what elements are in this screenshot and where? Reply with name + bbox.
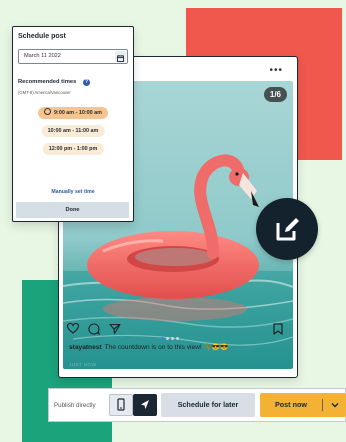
- post-caption: stayatnest The countdown is on to this vi…: [69, 343, 228, 351]
- clock-icon: [44, 108, 52, 115]
- post-now-label: Post now: [275, 400, 307, 409]
- heart-icon[interactable]: [67, 323, 79, 334]
- time-slot-label: 10:00 am - 11:00 am: [47, 128, 99, 134]
- edit-button[interactable]: [256, 198, 318, 260]
- info-icon[interactable]: ?: [83, 79, 90, 86]
- phone-publish-button[interactable]: [109, 394, 133, 416]
- phone-icon: [117, 398, 125, 411]
- calendar-icon: [117, 55, 124, 62]
- time-slot-label: 9:00 am - 10:00 am: [54, 110, 102, 116]
- panel-title: Schedule post: [18, 33, 66, 40]
- time-slot-label: 12:00 pm - 1:00 pm: [48, 146, 98, 152]
- time-slot-option[interactable]: 9:00 am - 10:00 am: [38, 107, 108, 119]
- date-field[interactable]: March 11 2022: [18, 49, 128, 64]
- chevron-down-icon[interactable]: [330, 400, 340, 410]
- carousel-dot[interactable]: [176, 337, 179, 340]
- bookmark-icon[interactable]: [273, 323, 283, 335]
- done-button[interactable]: Done: [16, 202, 129, 218]
- recommended-times-heading: Recommended times: [18, 79, 77, 85]
- post-actions: [59, 321, 297, 340]
- post-username[interactable]: stayatnest: [69, 344, 102, 351]
- share-icon[interactable]: [109, 323, 121, 335]
- button-divider: [322, 399, 323, 411]
- publish-directly-label: Publish directly: [54, 402, 96, 409]
- post-now-button[interactable]: Post now: [260, 393, 346, 417]
- carousel-dot[interactable]: [161, 337, 164, 340]
- send-icon: [141, 400, 149, 409]
- date-value: March 11 2022: [24, 53, 61, 59]
- edit-icon: [276, 218, 299, 241]
- time-slot-option[interactable]: 10:00 am - 11:00 am: [41, 125, 105, 137]
- send-publish-button[interactable]: [133, 394, 157, 416]
- timezone-label: (GMT-8) America/Vancouver: [18, 90, 71, 95]
- post-caption-text: The countdown is on to this view! 🌴😎😎: [104, 344, 229, 351]
- schedule-post-panel: Schedule post March 11 2022 Recommended …: [12, 26, 134, 222]
- post-time: JUST NOW: [69, 363, 97, 368]
- publish-action-bar: Publish directly Schedule for later Post…: [48, 388, 346, 422]
- slide-counter: 1/6: [263, 87, 287, 102]
- carousel-dot[interactable]: [171, 337, 174, 340]
- calendar-button[interactable]: [115, 51, 126, 62]
- post-menu-icon[interactable]: •••: [269, 65, 283, 76]
- schedule-for-later-button[interactable]: Schedule for later: [161, 393, 255, 417]
- manually-set-time-link[interactable]: Manually set time: [13, 189, 133, 195]
- comment-icon[interactable]: [88, 323, 100, 335]
- time-slot-option[interactable]: 12:00 pm - 1:00 pm: [42, 143, 104, 155]
- carousel-dot[interactable]: [166, 337, 169, 340]
